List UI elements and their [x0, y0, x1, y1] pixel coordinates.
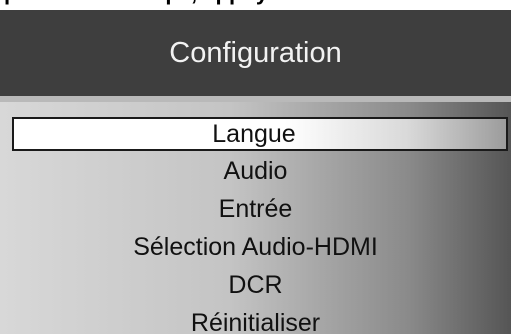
menu-item-label: DCR — [228, 270, 283, 299]
menu-item-selection-audio-hdmi[interactable]: Sélection Audio-HDMI — [0, 229, 511, 265]
menu-item-entree[interactable]: Entrée — [0, 191, 511, 227]
menu-item-label: Entrée — [218, 194, 293, 223]
top-caption: pendant ce temps, appuyez sur la touche … — [0, 0, 511, 8]
menu-item-label: Audio — [223, 156, 288, 185]
menu-item-reinitialiser[interactable]: Réinitialiser — [0, 305, 511, 334]
menu-title: Configuration — [169, 36, 342, 69]
menu-body: Langue Audio Entrée Sélection Audio-HDMI… — [0, 102, 511, 334]
screen: pendant ce temps, appuyez sur la touche … — [0, 0, 511, 334]
menu-item-label: Réinitialiser — [190, 308, 321, 334]
menu-item-label: Langue — [212, 119, 296, 148]
menu-item-label: Sélection Audio-HDMI — [133, 232, 378, 261]
menu-item-dcr[interactable]: DCR — [0, 267, 511, 303]
menu-header: Configuration — [0, 10, 511, 96]
menu-item-audio[interactable]: Audio — [0, 153, 511, 189]
menu-item-langue[interactable]: Langue — [12, 117, 508, 151]
setup-menu: Configuration Langue Audio Entrée Sélect… — [0, 10, 511, 334]
